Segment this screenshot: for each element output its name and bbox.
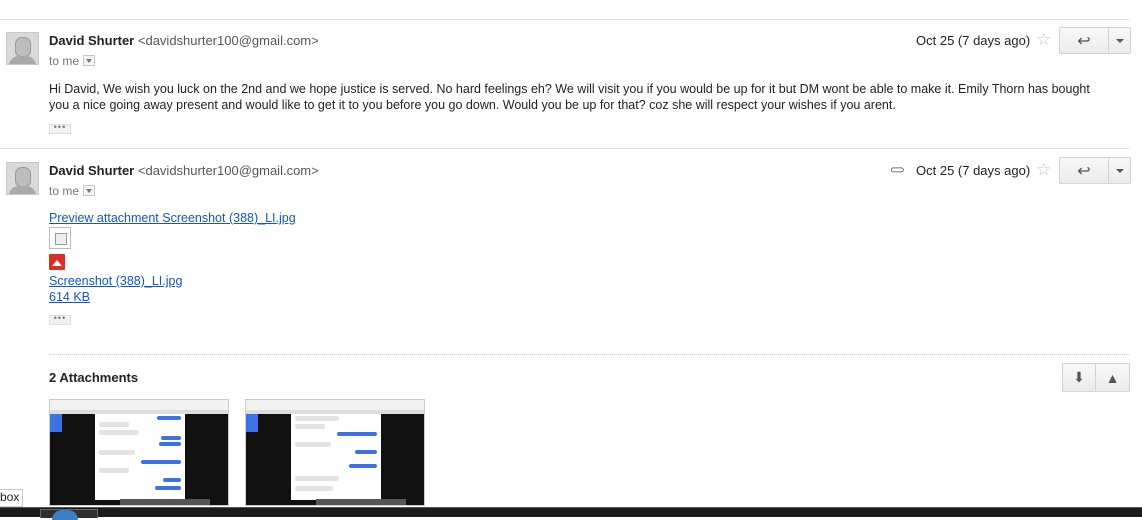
reply-button[interactable]: ↩ — [1059, 27, 1109, 54]
star-icon[interactable]: ☆ — [1036, 31, 1051, 48]
show-trimmed-content-button[interactable]: ••• — [49, 314, 71, 325]
sender-email: <davidshurter100@gmail.com> — [137, 163, 319, 178]
drive-icon: ▲ — [1105, 369, 1120, 386]
preview-attachment-link[interactable]: Preview attachment Screenshot (388)_LI.j… — [49, 211, 296, 225]
sender-line: David Shurter <davidshurter100@gmail.com… — [49, 33, 319, 49]
reply-button[interactable]: ↩ — [1059, 157, 1109, 184]
chevron-down-icon — [1115, 168, 1124, 173]
download-icon: ⬇ — [1073, 369, 1085, 385]
more-actions-button[interactable] — [1109, 157, 1131, 184]
sender-name[interactable]: David Shurter — [49, 33, 134, 48]
message-body: Hi David, We wish you luck on the 2nd an… — [49, 82, 1090, 112]
star-icon[interactable]: ☆ — [1036, 161, 1051, 178]
details-dropdown-icon[interactable] — [83, 55, 96, 67]
recipient-label: to me — [49, 184, 80, 198]
windows-orb-icon — [52, 510, 78, 520]
image-file-icon — [49, 254, 65, 270]
more-actions-button[interactable] — [1109, 27, 1131, 54]
recipient-line: to me — [49, 183, 96, 199]
attachment-thumbnail-1[interactable] — [49, 399, 229, 506]
attachment-actions: ⬇ ▲ — [1062, 363, 1130, 392]
sender-name[interactable]: David Shurter — [49, 163, 134, 178]
details-dropdown-icon[interactable] — [83, 185, 96, 197]
sender-avatar[interactable] — [6, 32, 39, 65]
sender-email: <davidshurter100@gmail.com> — [137, 33, 319, 48]
sidebar-inbox-fragment[interactable]: box — [0, 489, 23, 507]
reply-button-group: ↩ — [1059, 27, 1131, 54]
paperclip-icon: ⊂⊃ — [890, 165, 905, 176]
broken-image-icon[interactable] — [49, 227, 71, 249]
sender-line: David Shurter <davidshurter100@gmail.com… — [49, 163, 319, 179]
attachments-title: 2 Attachments — [49, 370, 139, 385]
save-to-drive-button[interactable]: ▲ — [1096, 363, 1130, 392]
message-divider — [0, 148, 1130, 149]
attachments-divider — [49, 354, 1129, 355]
top-divider — [0, 19, 1130, 20]
message-date: Oct 25 (7 days ago) — [916, 163, 1031, 178]
attachment-thumbnail-2[interactable] — [245, 399, 425, 506]
reply-icon: ↩ — [1077, 32, 1091, 50]
attachment-size-link[interactable]: 614 KB — [49, 290, 90, 304]
reply-button-group: ↩ — [1059, 157, 1131, 184]
chevron-down-icon — [1115, 38, 1124, 43]
reply-icon: ↩ — [1077, 162, 1091, 180]
attachment-filename-link[interactable]: Screenshot (388)_LI.jpg — [49, 274, 182, 288]
download-all-button[interactable]: ⬇ — [1062, 363, 1096, 392]
show-trimmed-content-button[interactable]: ••• — [49, 123, 71, 134]
recipient-line: to me — [49, 53, 96, 69]
recipient-label: to me — [49, 54, 80, 68]
sender-avatar[interactable] — [6, 162, 39, 195]
message-date: Oct 25 (7 days ago) — [916, 33, 1031, 48]
